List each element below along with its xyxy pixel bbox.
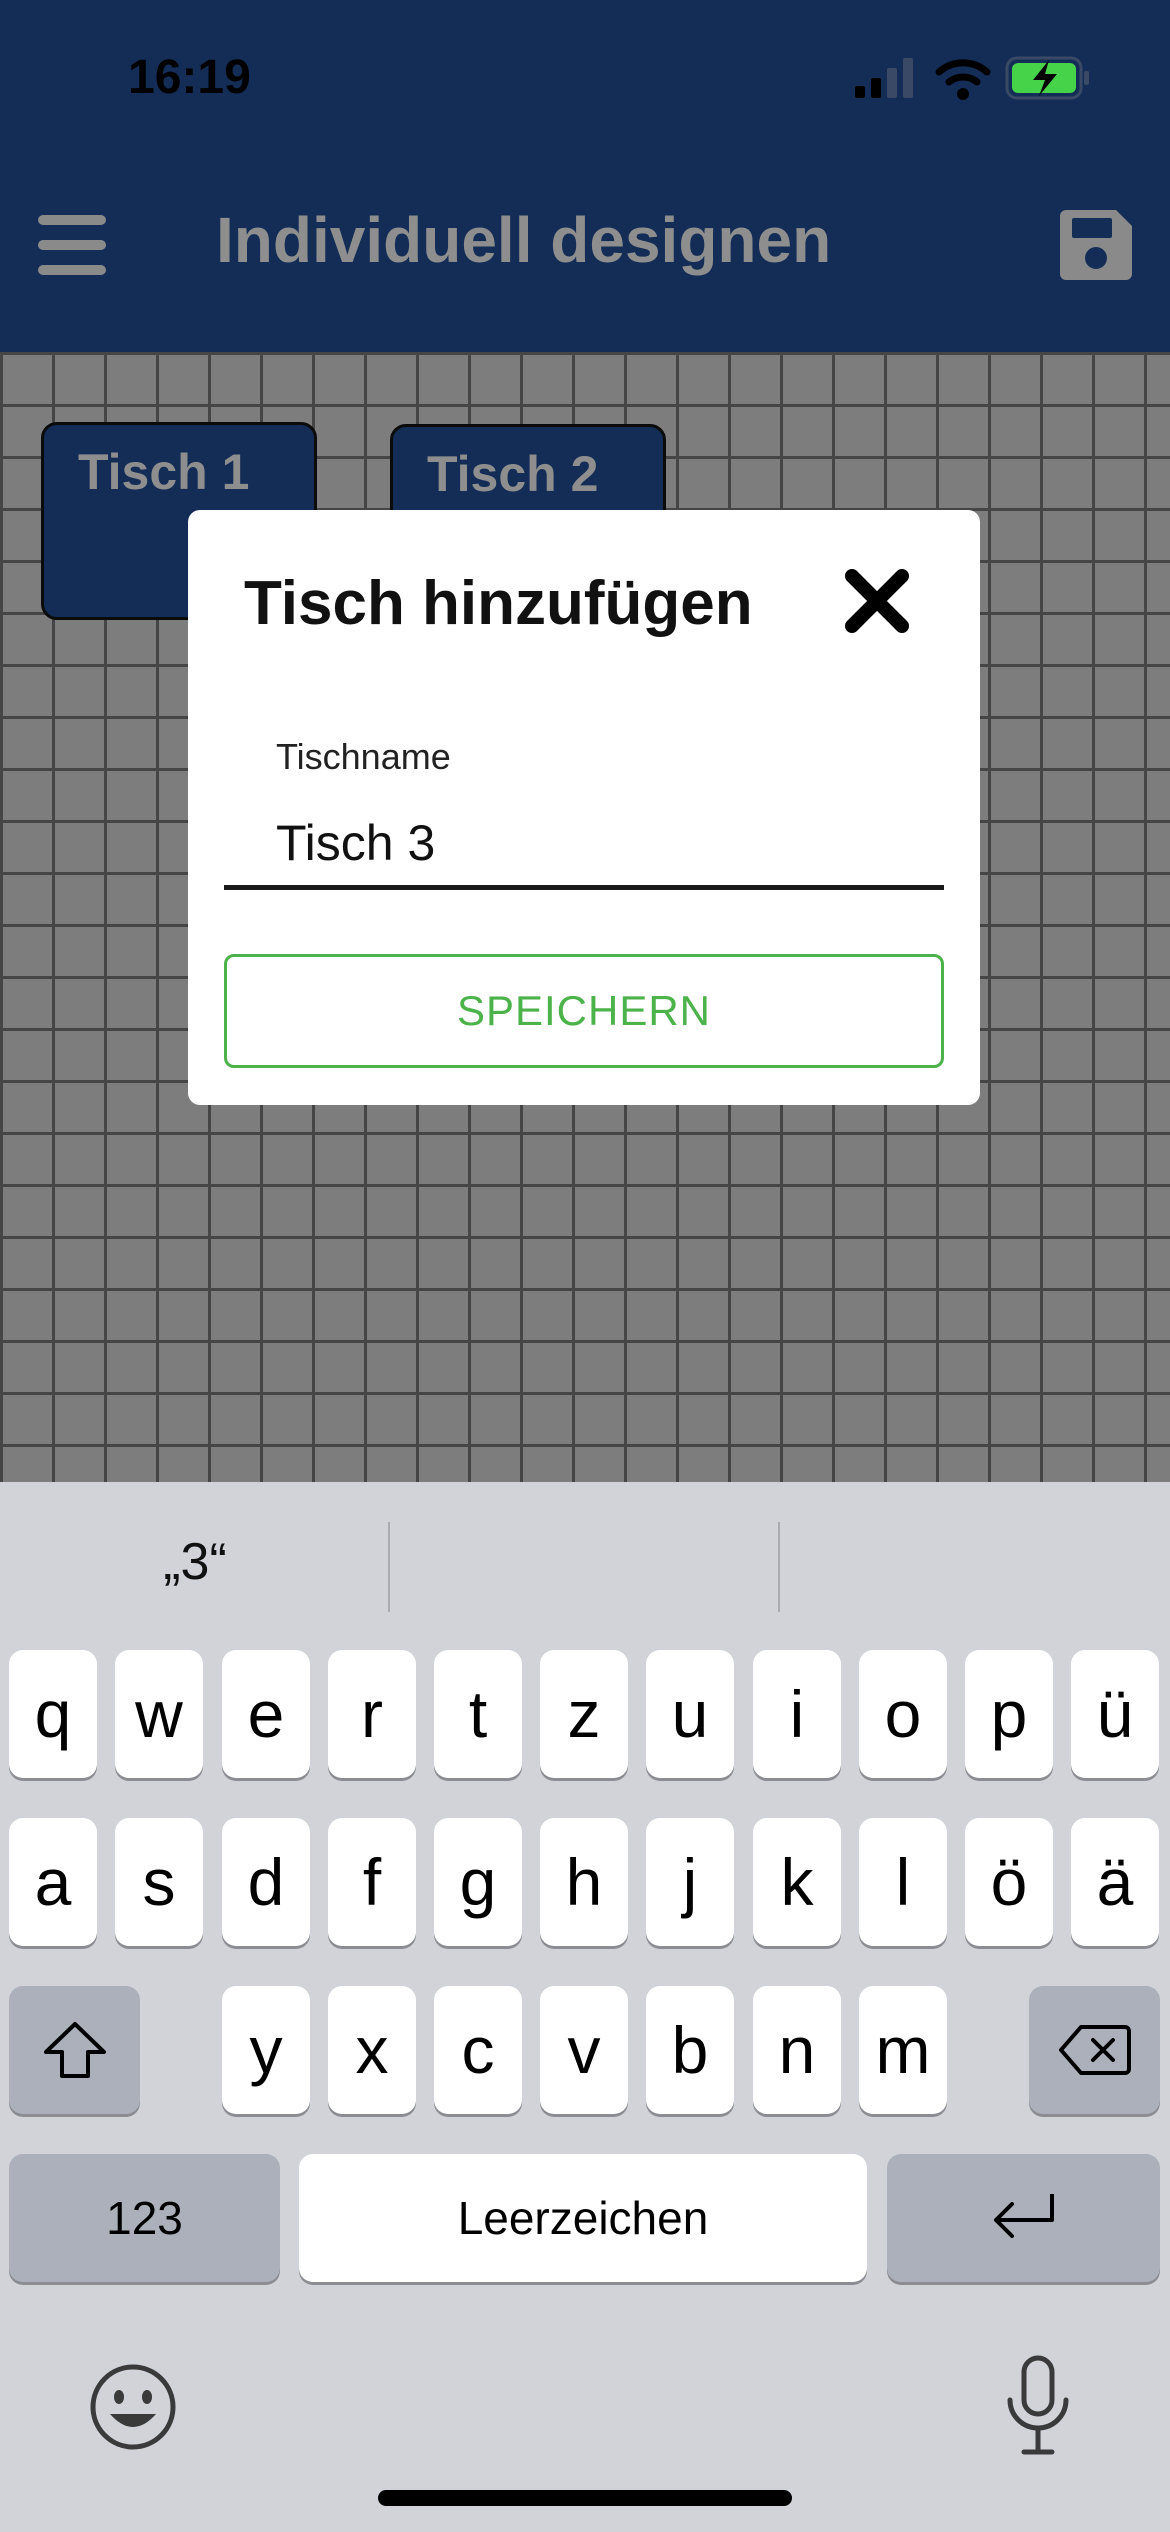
key-t[interactable]: t xyxy=(434,1650,522,1778)
backspace-key[interactable] xyxy=(1029,1986,1160,2114)
key-v[interactable]: v xyxy=(540,1986,628,2114)
floppy-disk-save-icon[interactable] xyxy=(1060,210,1132,280)
key-h[interactable]: h xyxy=(540,1818,628,1946)
page-title: Individuell designen xyxy=(216,204,832,276)
suggestion-bar: „3“ xyxy=(0,1482,1170,1642)
status-time: 16:19 xyxy=(128,51,251,104)
shift-key[interactable] xyxy=(9,1986,140,2114)
key-j[interactable]: j xyxy=(646,1818,734,1946)
hamburger-menu-icon[interactable] xyxy=(38,215,106,275)
key-u[interactable]: u xyxy=(646,1650,734,1778)
close-icon[interactable] xyxy=(842,566,912,636)
shift-arrow-icon xyxy=(43,2022,106,2078)
key-m[interactable]: m xyxy=(859,1986,947,2114)
space-key[interactable]: Leerzeichen xyxy=(299,2154,867,2282)
key-s[interactable]: s xyxy=(115,1818,203,1946)
key-l[interactable]: l xyxy=(859,1818,947,1946)
key-d[interactable]: d xyxy=(222,1818,310,1946)
key-p[interactable]: p xyxy=(965,1650,1053,1778)
key-f[interactable]: f xyxy=(328,1818,416,1946)
key-z[interactable]: z xyxy=(540,1650,628,1778)
suggestion-divider xyxy=(778,1522,780,1612)
table-name-input[interactable] xyxy=(224,800,944,890)
suggestion-item[interactable]: „3“ xyxy=(0,1522,390,1602)
key-g[interactable]: g xyxy=(434,1818,522,1946)
home-indicator[interactable] xyxy=(378,2490,792,2506)
key-o-umlaut[interactable]: ö xyxy=(965,1818,1053,1946)
key-x[interactable]: x xyxy=(328,1986,416,2114)
key-y[interactable]: y xyxy=(222,1986,310,2114)
suggestion-divider xyxy=(388,1522,390,1612)
return-arrow-icon xyxy=(993,2194,1054,2238)
dialog-title: Tisch hinzufügen xyxy=(244,569,753,638)
key-o[interactable]: o xyxy=(859,1650,947,1778)
key-w[interactable]: w xyxy=(115,1650,203,1778)
key-a[interactable]: a xyxy=(9,1818,97,1946)
key-r[interactable]: r xyxy=(328,1650,416,1778)
backspace-icon xyxy=(1058,2025,1131,2075)
key-i[interactable]: i xyxy=(753,1650,841,1778)
add-table-dialog: Tisch hinzufügen Tischname SPEICHERN xyxy=(188,510,980,1105)
key-a-umlaut[interactable]: ä xyxy=(1071,1818,1159,1946)
key-u-umlaut[interactable]: ü xyxy=(1071,1650,1159,1778)
key-n[interactable]: n xyxy=(753,1986,841,2114)
key-q[interactable]: q xyxy=(9,1650,97,1778)
cellular-signal-icon xyxy=(855,58,913,98)
emoji-icon[interactable] xyxy=(88,2362,178,2452)
save-button[interactable]: SPEICHERN xyxy=(224,954,944,1068)
return-key[interactable] xyxy=(887,2154,1160,2282)
on-screen-keyboard: „3“ q w e r t z u i o p ü a s d f g h j … xyxy=(0,1482,1170,2532)
numbers-key[interactable]: 123 xyxy=(9,2154,280,2282)
table-name-label: Tischname xyxy=(276,736,451,777)
app-header: 16:19 Individuell designen xyxy=(0,0,1170,352)
key-b[interactable]: b xyxy=(646,1986,734,2114)
microphone-icon[interactable] xyxy=(1000,2354,1076,2458)
key-c[interactable]: c xyxy=(434,1986,522,2114)
battery-charging-icon xyxy=(1005,56,1089,100)
key-k[interactable]: k xyxy=(753,1818,841,1946)
table-label: Tisch 1 xyxy=(78,444,250,500)
key-e[interactable]: e xyxy=(222,1650,310,1778)
table-label: Tisch 2 xyxy=(427,446,599,502)
wifi-icon xyxy=(935,59,991,100)
